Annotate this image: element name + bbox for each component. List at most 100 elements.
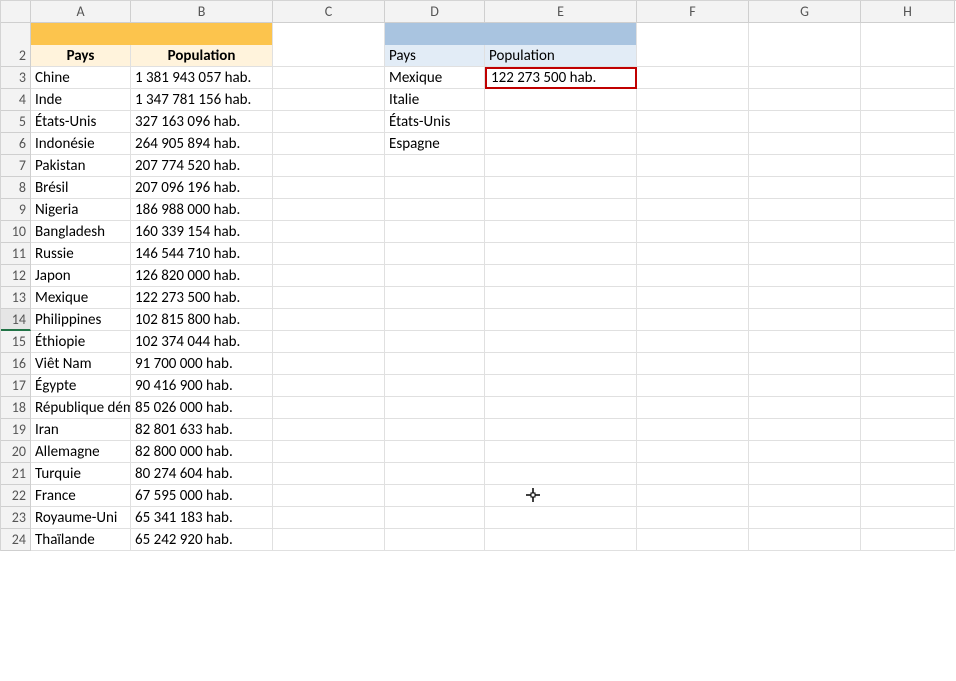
cell-H5[interactable]: [861, 111, 955, 133]
cell-E6[interactable]: [485, 133, 637, 155]
cell-G8[interactable]: [749, 177, 861, 199]
select-all-corner[interactable]: [1, 1, 31, 23]
cell-F24[interactable]: [637, 529, 749, 551]
cell-F22[interactable]: [637, 485, 749, 507]
cell-E22[interactable]: [485, 485, 637, 507]
spreadsheet-grid[interactable]: ABCDEFGH1Tableau sourceTableau de restit…: [0, 0, 956, 551]
cell-F19[interactable]: [637, 419, 749, 441]
cell-A20[interactable]: Allemagne: [31, 441, 131, 463]
cell-G11[interactable]: [749, 243, 861, 265]
cell-C8[interactable]: [273, 177, 385, 199]
cell-B22[interactable]: 67 595 000 hab.: [131, 485, 273, 507]
cell-E14[interactable]: [485, 309, 637, 331]
cell-G15[interactable]: [749, 331, 861, 353]
cell-E16[interactable]: [485, 353, 637, 375]
col-header-H[interactable]: H: [861, 1, 955, 23]
cell-H23[interactable]: [861, 507, 955, 529]
cell-E18[interactable]: [485, 397, 637, 419]
cell-B15[interactable]: 102 374 044 hab.: [131, 331, 273, 353]
cell-B9[interactable]: 186 988 000 hab.: [131, 199, 273, 221]
cell-A10[interactable]: Bangladesh: [31, 221, 131, 243]
row-header-22[interactable]: 22: [1, 485, 31, 507]
cell-C22[interactable]: [273, 485, 385, 507]
cell-C12[interactable]: [273, 265, 385, 287]
cell-D24[interactable]: [385, 529, 485, 551]
cell-A24[interactable]: Thaïlande: [31, 529, 131, 551]
cell-C15[interactable]: [273, 331, 385, 353]
cell-E5[interactable]: [485, 111, 637, 133]
row-header-7[interactable]: 7: [1, 155, 31, 177]
cell-E24[interactable]: [485, 529, 637, 551]
cell-H24[interactable]: [861, 529, 955, 551]
cell-A19[interactable]: Iran: [31, 419, 131, 441]
cell-C13[interactable]: [273, 287, 385, 309]
cell-A4[interactable]: Inde: [31, 89, 131, 111]
cell-H7[interactable]: [861, 155, 955, 177]
cell-B5[interactable]: 327 163 096 hab.: [131, 111, 273, 133]
cell-E23[interactable]: [485, 507, 637, 529]
cell-F16[interactable]: [637, 353, 749, 375]
cell-F18[interactable]: [637, 397, 749, 419]
cell-B3[interactable]: 1 381 943 057 hab.: [131, 67, 273, 89]
cell-C3[interactable]: [273, 67, 385, 89]
cell-C7[interactable]: [273, 155, 385, 177]
cell-H13[interactable]: [861, 287, 955, 309]
cell-G12[interactable]: [749, 265, 861, 287]
cell-C4[interactable]: [273, 89, 385, 111]
cell-H18[interactable]: [861, 397, 955, 419]
row-header-6[interactable]: 6: [1, 133, 31, 155]
row-header-18[interactable]: 18: [1, 397, 31, 419]
cell-F10[interactable]: [637, 221, 749, 243]
cell-B21[interactable]: 80 274 604 hab.: [131, 463, 273, 485]
cell-G19[interactable]: [749, 419, 861, 441]
cell-G7[interactable]: [749, 155, 861, 177]
cell-E3[interactable]: 122 273 500 hab.: [485, 67, 637, 89]
cell-F12[interactable]: [637, 265, 749, 287]
cell-E19[interactable]: [485, 419, 637, 441]
cell-F21[interactable]: [637, 463, 749, 485]
cell-D17[interactable]: [385, 375, 485, 397]
cell-G10[interactable]: [749, 221, 861, 243]
cell-B13[interactable]: 122 273 500 hab.: [131, 287, 273, 309]
col-header-D[interactable]: D: [385, 1, 485, 23]
cell-G21[interactable]: [749, 463, 861, 485]
cell-B19[interactable]: 82 801 633 hab.: [131, 419, 273, 441]
col-header-E[interactable]: E: [485, 1, 637, 23]
cell-C9[interactable]: [273, 199, 385, 221]
cell-A13[interactable]: Mexique: [31, 287, 131, 309]
col-header-A[interactable]: A: [31, 1, 131, 23]
cell-H10[interactable]: [861, 221, 955, 243]
cell-H21[interactable]: [861, 463, 955, 485]
cell-D22[interactable]: [385, 485, 485, 507]
cell-G4[interactable]: [749, 89, 861, 111]
cell-D5[interactable]: États-Unis: [385, 111, 485, 133]
cell-H19[interactable]: [861, 419, 955, 441]
row-header-15[interactable]: 15: [1, 331, 31, 353]
cell-E11[interactable]: [485, 243, 637, 265]
cell-H9[interactable]: [861, 199, 955, 221]
row-header-13[interactable]: 13: [1, 287, 31, 309]
row-header-2[interactable]: 2: [1, 45, 31, 67]
row-header-23[interactable]: 23: [1, 507, 31, 529]
col-header-B[interactable]: B: [131, 1, 273, 23]
cell-F3[interactable]: [637, 67, 749, 89]
cell-F5[interactable]: [637, 111, 749, 133]
cell-B6[interactable]: 264 905 894 hab.: [131, 133, 273, 155]
cell-C23[interactable]: [273, 507, 385, 529]
cell-B24[interactable]: 65 242 920 hab.: [131, 529, 273, 551]
cell-D9[interactable]: [385, 199, 485, 221]
cell-E12[interactable]: [485, 265, 637, 287]
cell-B16[interactable]: 91 700 000 hab.: [131, 353, 273, 375]
col-header-G[interactable]: G: [749, 1, 861, 23]
cell-A23[interactable]: Royaume-Uni: [31, 507, 131, 529]
cell-A15[interactable]: Éthiopie: [31, 331, 131, 353]
cell-F14[interactable]: [637, 309, 749, 331]
cell-D14[interactable]: [385, 309, 485, 331]
cell-E21[interactable]: [485, 463, 637, 485]
cell-C16[interactable]: [273, 353, 385, 375]
cell-C21[interactable]: [273, 463, 385, 485]
cell-C20[interactable]: [273, 441, 385, 463]
cell-D18[interactable]: [385, 397, 485, 419]
cell-D4[interactable]: Italie: [385, 89, 485, 111]
cell-F2[interactable]: [637, 45, 749, 67]
